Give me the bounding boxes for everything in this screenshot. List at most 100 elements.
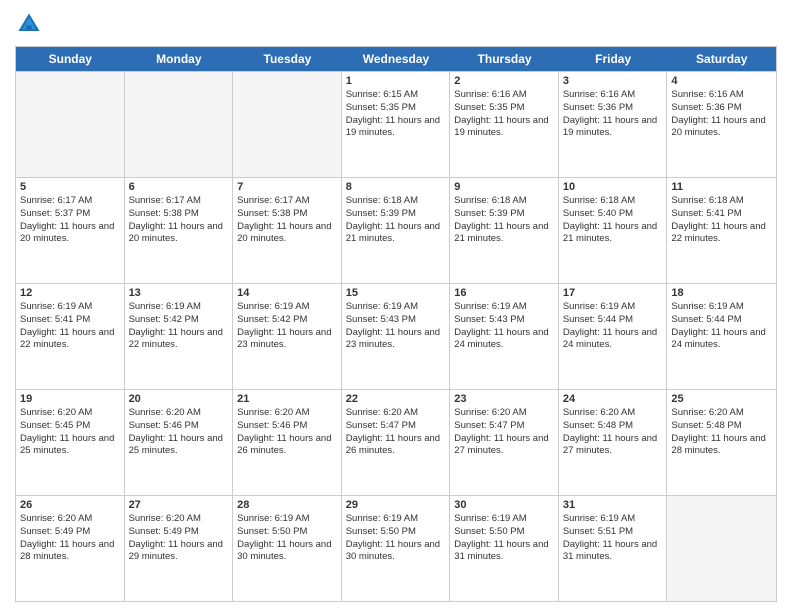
day-number: 14	[237, 287, 337, 299]
sunset-text: Sunset: 5:36 PM	[671, 102, 772, 115]
sunrise-text: Sunrise: 6:18 AM	[671, 195, 772, 208]
calendar-cell: 19Sunrise: 6:20 AMSunset: 5:45 PMDayligh…	[16, 390, 125, 495]
cell-info: Sunrise: 6:20 AMSunset: 5:45 PMDaylight:…	[20, 407, 120, 458]
sunrise-text: Sunrise: 6:20 AM	[454, 407, 554, 420]
calendar-cell: 13Sunrise: 6:19 AMSunset: 5:42 PMDayligh…	[125, 284, 234, 389]
sunrise-text: Sunrise: 6:19 AM	[671, 301, 772, 314]
day-number: 25	[671, 393, 772, 405]
daylight-text: Daylight: 11 hours and 29 minutes.	[129, 539, 229, 565]
day-number: 5	[20, 181, 120, 193]
sunrise-text: Sunrise: 6:19 AM	[454, 301, 554, 314]
day-number: 2	[454, 75, 554, 87]
sunrise-text: Sunrise: 6:19 AM	[129, 301, 229, 314]
daylight-text: Daylight: 11 hours and 27 minutes.	[454, 433, 554, 459]
cell-info: Sunrise: 6:20 AMSunset: 5:47 PMDaylight:…	[346, 407, 446, 458]
calendar: SundayMondayTuesdayWednesdayThursdayFrid…	[15, 46, 777, 602]
calendar-cell: 31Sunrise: 6:19 AMSunset: 5:51 PMDayligh…	[559, 496, 668, 601]
sunset-text: Sunset: 5:39 PM	[346, 208, 446, 221]
calendar-row: 5 Sunrise: 6:17 AM Sunset: 5:37 PM Daylight…	[16, 177, 776, 283]
calendar-cell: 10 Sunrise: 6:18 AMSunset: 5:40 PMDayligh…	[559, 178, 668, 283]
sunset-text: Sunset: 5:39 PM	[454, 208, 554, 221]
calendar-page: SundayMondayTuesdayWednesdayThursdayFrid…	[0, 0, 792, 612]
daylight-text: Daylight: 11 hours and 31 minutes.	[563, 539, 663, 565]
day-number: 10	[563, 181, 663, 193]
day-number: 22	[346, 393, 446, 405]
cell-info: Sunrise: 6:17 AMSunset: 5:38 PMDaylight:…	[237, 195, 337, 246]
cell-info: Sunrise: 6:19 AMSunset: 5:44 PMDaylight:…	[563, 301, 663, 352]
sunrise-text: Sunrise: 6:17 AM	[237, 195, 337, 208]
sunrise-text: Sunrise: 6:20 AM	[20, 407, 120, 420]
day-header-sunday: Sunday	[16, 47, 125, 71]
sunset-text: Sunset: 5:43 PM	[346, 314, 446, 327]
day-number: 4	[671, 75, 772, 87]
day-number: 20	[129, 393, 229, 405]
sunset-text: Sunset: 5:50 PM	[346, 526, 446, 539]
day-number: 9	[454, 181, 554, 193]
sunset-text: Sunset: 5:47 PM	[454, 420, 554, 433]
calendar-body: 1Sunrise: 6:15 AMSunset: 5:35 PMDaylight…	[16, 71, 776, 601]
day-number: 8	[346, 181, 446, 193]
day-header-tuesday: Tuesday	[233, 47, 342, 71]
sunrise-text: Sunrise: 6:19 AM	[346, 513, 446, 526]
daylight-text: Daylight: 11 hours and 28 minutes.	[20, 539, 120, 565]
cell-info: Sunrise: 6:18 AMSunset: 5:40 PMDaylight:…	[563, 195, 663, 246]
cell-info: Sunrise: 6:19 AMSunset: 5:44 PMDaylight:…	[671, 301, 772, 352]
daylight-text: Daylight: 11 hours and 19 minutes.	[563, 115, 663, 141]
daylight-text: Daylight: 11 hours and 22 minutes.	[129, 327, 229, 353]
day-number: 11	[671, 181, 772, 193]
cell-info: Sunrise: 6:17 AMSunset: 5:38 PMDaylight:…	[129, 195, 229, 246]
daylight-text: Daylight: 11 hours and 24 minutes.	[454, 327, 554, 353]
calendar-row: 12 Sunrise: 6:19 AMSunset: 5:41 PMDayligh…	[16, 283, 776, 389]
sunset-text: Sunset: 5:35 PM	[454, 102, 554, 115]
sunset-text: Sunset: 5:42 PM	[129, 314, 229, 327]
sunset-text: Sunset: 5:35 PM	[346, 102, 446, 115]
sunrise-text: Sunrise: 6:18 AM	[346, 195, 446, 208]
sunrise-text: Sunrise: 6:20 AM	[346, 407, 446, 420]
daylight-text: Daylight: 11 hours and 19 minutes.	[454, 115, 554, 141]
calendar-cell: 3Sunrise: 6:16 AMSunset: 5:36 PMDaylight…	[559, 72, 668, 177]
sunrise-text: Sunrise: 6:19 AM	[346, 301, 446, 314]
day-number: 12	[20, 287, 120, 299]
day-number: 30	[454, 499, 554, 511]
sunset-text: Sunset: 5:37 PM	[20, 208, 120, 221]
cell-info: Sunrise: 6:19 AMSunset: 5:41 PMDaylight:…	[20, 301, 120, 352]
day-number: 23	[454, 393, 554, 405]
day-header-thursday: Thursday	[450, 47, 559, 71]
calendar-cell: 25Sunrise: 6:20 AMSunset: 5:48 PMDayligh…	[667, 390, 776, 495]
cell-info: Sunrise: 6:19 AMSunset: 5:43 PMDaylight:…	[454, 301, 554, 352]
logo	[15, 10, 47, 38]
sunrise-text: Sunrise: 6:18 AM	[563, 195, 663, 208]
sunrise-text: Sunrise: 6:19 AM	[454, 513, 554, 526]
sunrise-text: Sunrise: 6:19 AM	[563, 513, 663, 526]
calendar-cell	[125, 72, 234, 177]
daylight-text: Daylight: 11 hours and 28 minutes.	[671, 433, 772, 459]
day-number: 1	[346, 75, 446, 87]
calendar-cell: 30Sunrise: 6:19 AMSunset: 5:50 PMDayligh…	[450, 496, 559, 601]
calendar-cell: 4 Sunrise: 6:16 AMSunset: 5:36 PMDaylight…	[667, 72, 776, 177]
day-number: 18	[671, 287, 772, 299]
calendar-cell: 22 Sunrise: 6:20 AMSunset: 5:47 PMDayligh…	[342, 390, 451, 495]
sunset-text: Sunset: 5:49 PM	[129, 526, 229, 539]
day-header-monday: Monday	[125, 47, 234, 71]
sunrise-text: Sunrise: 6:16 AM	[671, 89, 772, 102]
daylight-text: Daylight: 11 hours and 24 minutes.	[671, 327, 772, 353]
sunset-text: Sunset: 5:42 PM	[237, 314, 337, 327]
day-number: 7	[237, 181, 337, 193]
cell-info: Sunrise: 6:20 AMSunset: 5:49 PMDaylight:…	[20, 513, 120, 564]
calendar-cell: 20Sunrise: 6:20 AMSunset: 5:46 PMDayligh…	[125, 390, 234, 495]
sunset-text: Sunset: 5:51 PM	[563, 526, 663, 539]
calendar-cell: 11Sunrise: 6:18 AMSunset: 5:41 PMDayligh…	[667, 178, 776, 283]
day-header-wednesday: Wednesday	[342, 47, 451, 71]
calendar-cell: 28Sunrise: 6:19 AMSunset: 5:50 PMDayligh…	[233, 496, 342, 601]
sunset-text: Sunset: 5:46 PM	[237, 420, 337, 433]
daylight-text: Daylight: 11 hours and 20 minutes.	[129, 221, 229, 247]
sunrise-text: Sunrise: 6:20 AM	[20, 513, 120, 526]
daylight-text: Daylight: 11 hours and 20 minutes.	[671, 115, 772, 141]
daylight-text: Daylight: 11 hours and 21 minutes.	[454, 221, 554, 247]
calendar-cell: 2Sunrise: 6:16 AMSunset: 5:35 PMDaylight…	[450, 72, 559, 177]
calendar-cell: 21Sunrise: 6:20 AMSunset: 5:46 PMDayligh…	[233, 390, 342, 495]
sunset-text: Sunset: 5:50 PM	[237, 526, 337, 539]
daylight-text: Daylight: 11 hours and 23 minutes.	[346, 327, 446, 353]
day-number: 6	[129, 181, 229, 193]
calendar-row: 19Sunrise: 6:20 AMSunset: 5:45 PMDayligh…	[16, 389, 776, 495]
